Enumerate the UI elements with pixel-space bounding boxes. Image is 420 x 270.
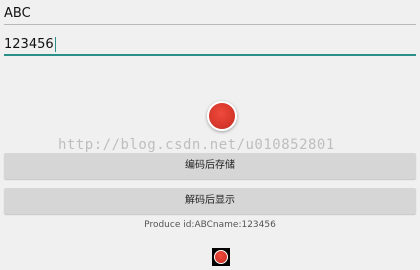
decoded-image-preview bbox=[212, 248, 230, 266]
text-cursor bbox=[54, 37, 56, 52]
app-screen: ABC 123456 http://blog.csdn.net/u0108528… bbox=[0, 0, 420, 270]
name-input[interactable]: ABC bbox=[4, 3, 416, 25]
id-input[interactable]: 123456 bbox=[4, 34, 416, 56]
decode-display-button[interactable]: 解码后显示 bbox=[4, 188, 416, 214]
encode-store-button[interactable]: 编码后存储 bbox=[4, 153, 416, 179]
result-text: Produce id:ABCname:123456 bbox=[144, 220, 276, 230]
id-input-value: 123456 bbox=[4, 37, 54, 52]
watermark-text: http://blog.csdn.net/u010852801 bbox=[58, 137, 335, 153]
name-input-value: ABC bbox=[4, 6, 31, 21]
record-dot-icon bbox=[214, 250, 228, 264]
record-button-icon[interactable] bbox=[207, 101, 237, 131]
